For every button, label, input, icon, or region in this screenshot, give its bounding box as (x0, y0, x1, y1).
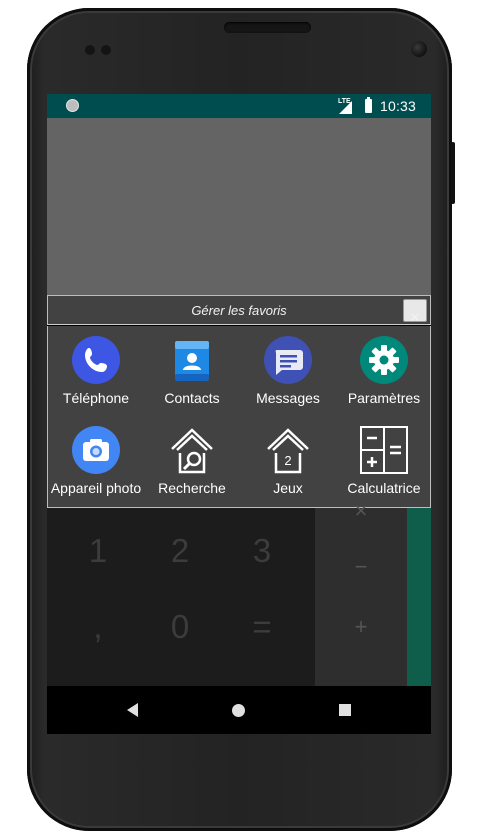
calculator-keypad: 1 2 3 , 0 = × − + (47, 498, 431, 686)
key-minus[interactable]: − (341, 554, 381, 580)
key-plus[interactable]: + (341, 614, 381, 640)
app-settings[interactable]: Paramètres (336, 326, 431, 414)
signal-icon (339, 101, 352, 114)
app-messages[interactable]: Messages (240, 326, 336, 414)
advanced-panel-edge[interactable] (407, 508, 431, 686)
status-time: 10:33 (380, 98, 417, 114)
contacts-icon (175, 341, 209, 381)
app-camera[interactable]: Appareil photo (48, 416, 144, 504)
app-label: Contacts (164, 390, 220, 406)
earpiece-speaker (224, 22, 311, 33)
proximity-sensor (85, 45, 95, 55)
key-1[interactable]: 1 (68, 532, 128, 570)
home-icon[interactable] (232, 704, 245, 717)
dialog-header: Gérer les favoris ✕ (47, 295, 431, 325)
navigation-bar (47, 686, 431, 734)
app-telephone[interactable]: Téléphone (48, 326, 144, 414)
key-2[interactable]: 2 (150, 532, 210, 570)
key-comma[interactable]: , (68, 608, 128, 646)
display-area (47, 118, 431, 298)
app-label: Paramètres (347, 390, 421, 406)
front-camera (411, 41, 427, 57)
app-label: Téléphone (62, 390, 130, 406)
close-button[interactable]: ✕ (403, 299, 427, 325)
app-label: Calculatrice (347, 480, 421, 496)
dialog-title: Gérer les favoris (191, 303, 287, 318)
app-label: Recherche (158, 480, 226, 496)
app-games[interactable]: 2 Jeux (240, 416, 336, 504)
key-3[interactable]: 3 (232, 532, 292, 570)
camera-icon (72, 426, 120, 474)
key-equals[interactable]: = (232, 608, 292, 646)
back-icon[interactable] (127, 703, 138, 717)
app-calculator[interactable]: Calculatrice (336, 416, 431, 504)
close-icon: ✕ (409, 310, 421, 325)
screen: LTE 10:33 Gérer les favoris ✕ Téléphone (47, 94, 431, 734)
key-multiply[interactable]: × (341, 498, 381, 524)
app-search[interactable]: Recherche (144, 416, 240, 504)
status-bar: LTE 10:33 (47, 94, 431, 118)
app-label: Appareil photo (50, 480, 142, 496)
battery-icon (365, 97, 372, 113)
house-search-icon (171, 428, 213, 474)
app-label: Messages (256, 390, 320, 406)
light-sensor (101, 45, 111, 55)
power-button (451, 142, 455, 204)
digit-pad: 1 2 3 , 0 = (47, 508, 315, 686)
favorites-grid: Téléphone Contacts Messages Paramètres A… (47, 326, 431, 508)
calculator-icon (360, 426, 408, 474)
app-contacts[interactable]: Contacts (144, 326, 240, 414)
notification-icon (66, 99, 79, 112)
phone-icon (72, 336, 120, 384)
app-label: Jeux (273, 480, 303, 496)
key-0[interactable]: 0 (150, 608, 210, 646)
settings-icon (360, 336, 408, 384)
recent-apps-icon[interactable] (339, 704, 351, 716)
operator-pad: × − + (315, 498, 407, 686)
games-badge: 2 (284, 453, 292, 468)
messages-icon (264, 336, 312, 384)
